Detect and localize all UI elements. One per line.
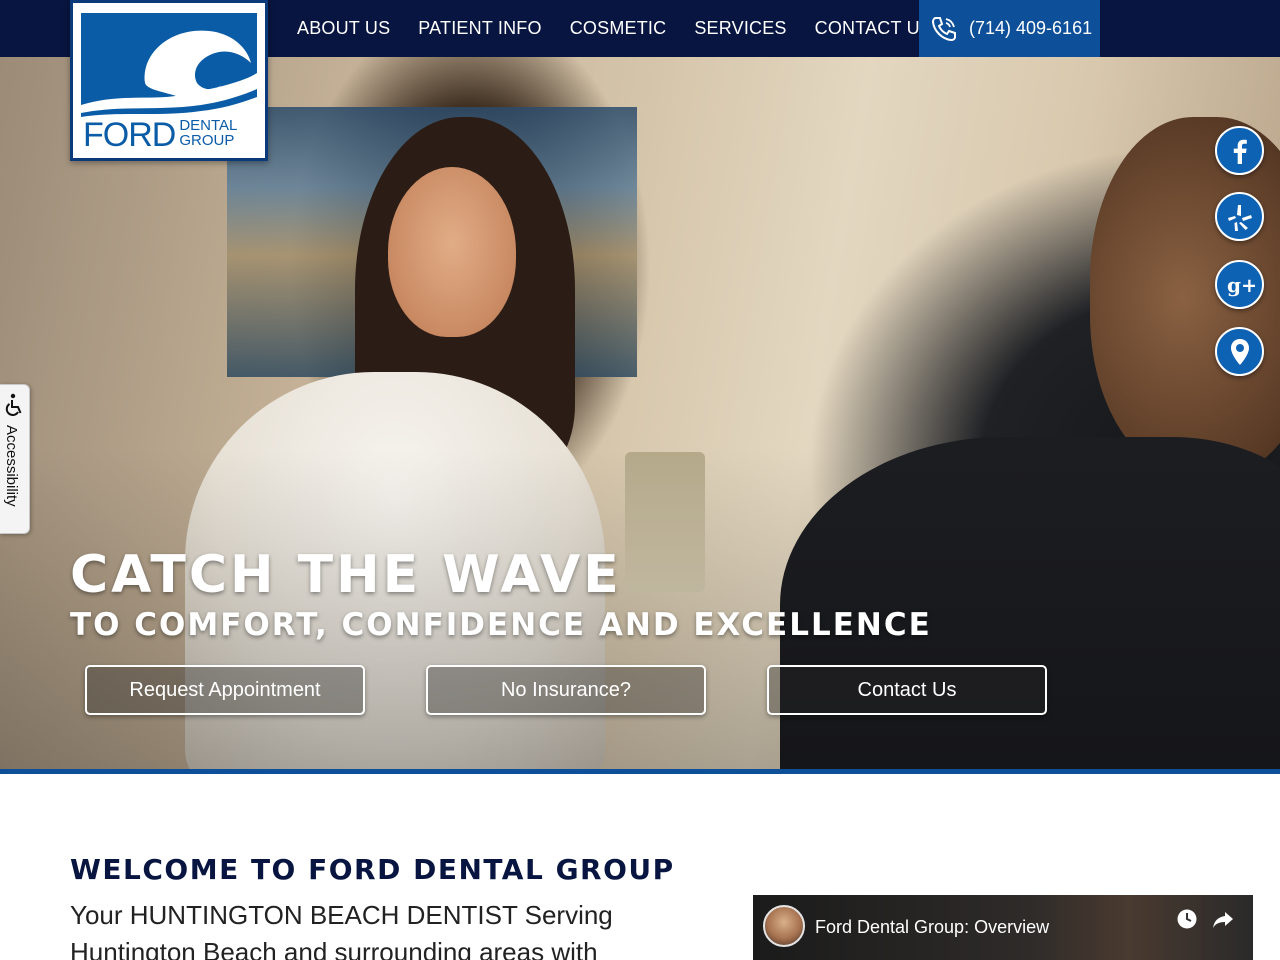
logo-sub-text: DENTAL GROUP [179,118,237,148]
main-nav: ABOUT US PATIENT INFO COSMETIC SERVICES … [283,0,946,57]
channel-avatar[interactable] [763,905,805,947]
map-pin-icon [1230,338,1249,365]
video-title[interactable]: Ford Dental Group: Overview [815,917,1049,938]
hero-bottom-border [0,769,1280,774]
accessibility-label: Accessibility [3,425,20,507]
facebook-icon [1233,139,1247,164]
wave-icon [81,30,257,117]
hero-banner: CATCH THE WAVE TO COMFORT, CONFIDENCE AN… [0,57,1280,769]
share-icon[interactable] [1211,907,1235,931]
google-plus-icon: g+ [1227,273,1255,297]
phone-icon [931,16,956,41]
phone-number: (714) 409-6161 [969,18,1093,38]
accessibility-tab[interactable]: Accessibility [0,384,30,534]
wheelchair-icon [5,393,22,416]
welcome-title: WELCOME TO FORD DENTAL GROUP [70,853,675,886]
nav-services[interactable]: SERVICES [680,18,800,39]
watch-later-icon[interactable] [1175,907,1199,931]
ford-dental-logo[interactable]: FORD DENTAL GROUP [70,0,268,161]
no-insurance-button[interactable]: No Insurance? [426,665,706,715]
nav-cosmetic[interactable]: COSMETIC [556,18,681,39]
welcome-intro-text: Your HUNTINGTON BEACH DENTIST Serving Hu… [70,900,613,960]
hero-shade [0,57,1280,769]
facebook-link[interactable] [1215,126,1264,175]
contact-us-button[interactable]: Contact Us [767,665,1047,715]
map-link[interactable] [1215,327,1264,376]
video-player[interactable]: Ford Dental Group: Overview [753,895,1253,960]
phone-link[interactable]: (714) 409-6161 [919,0,1100,57]
nav-about-us[interactable]: ABOUT US [283,18,404,39]
hero-subtitle: TO COMFORT, CONFIDENCE AND EXCELLENCE [70,607,932,643]
hero-title: CATCH THE WAVE [70,545,622,605]
yelp-icon [1227,204,1252,231]
nav-patient-info[interactable]: PATIENT INFO [404,18,555,39]
request-appointment-button[interactable]: Request Appointment [85,665,365,715]
logo-wordmark: FORD DENTAL GROUP [83,115,237,155]
logo-wave-emblem [81,13,257,117]
yelp-link[interactable] [1215,192,1264,241]
google-plus-link[interactable]: g+ [1215,260,1264,309]
logo-ford-text: FORD [83,116,176,154]
logo-group-text: GROUP [179,132,235,149]
svg-text:g+: g+ [1227,273,1255,297]
